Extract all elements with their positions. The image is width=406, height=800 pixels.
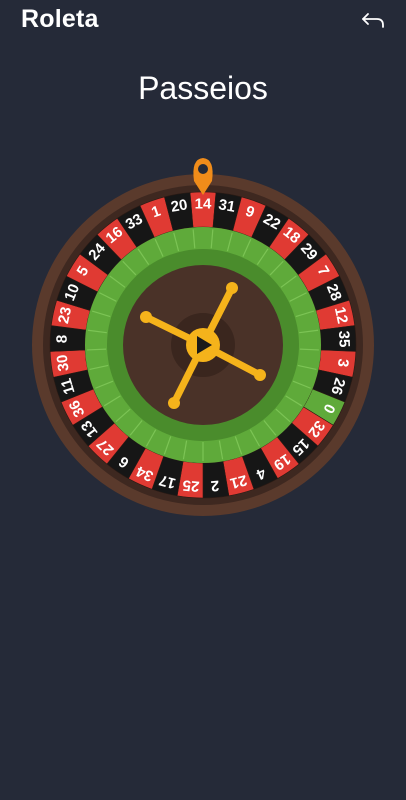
spin-button[interactable] [186, 328, 220, 362]
page-title: Passeios [138, 70, 268, 106]
back-button[interactable] [360, 10, 386, 32]
pocket-number: 25 [182, 476, 200, 494]
app-title: Roleta [21, 5, 99, 33]
pocket-number: 2 [210, 477, 220, 495]
pocket-number: 8 [53, 334, 70, 343]
pocket-number: 30 [54, 354, 73, 373]
pocket-number: 14 [195, 196, 212, 213]
green-divider [299, 348, 319, 351]
pocket-number: 12 [331, 305, 351, 325]
pocket-number: 35 [335, 330, 353, 347]
pocket-number: 23 [55, 305, 75, 325]
pocket-number: 20 [170, 196, 189, 216]
roulette-wheel-graphic: 14 31 9 22182972812353260321519421225173462… [32, 158, 374, 516]
pocket-number: 31 [217, 196, 236, 216]
green-divider [87, 348, 107, 351]
roulette-wheel[interactable]: 14 31 9 22 18 29 7 28 12 35 3 26 0 32 15 19 4 21 2 25 17 34 6 2… [31, 155, 375, 520]
back-arrow-icon [362, 13, 384, 28]
